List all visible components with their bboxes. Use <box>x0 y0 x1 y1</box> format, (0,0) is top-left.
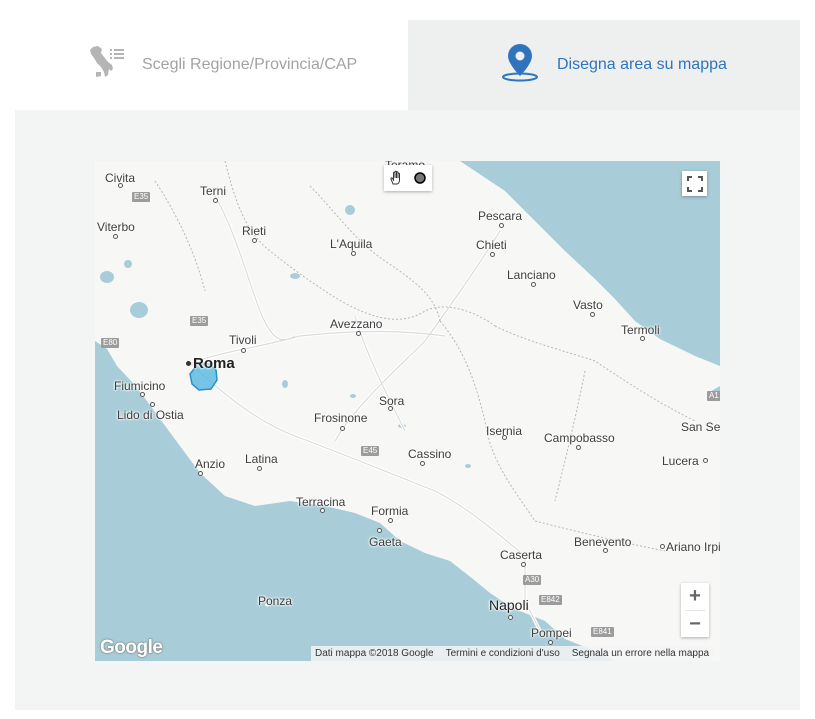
fullscreen-button[interactable] <box>682 171 707 196</box>
place-dot <box>576 445 581 450</box>
italy-list-icon <box>88 45 126 86</box>
place-label: Tivoli <box>229 333 257 347</box>
place-label: Termoli <box>621 323 660 337</box>
place-dot <box>388 518 393 523</box>
tab-draw-area-label: Disegna area su mappa <box>557 56 727 73</box>
zoom-control: + − <box>681 583 709 637</box>
place-label: Pescara <box>478 209 523 223</box>
place-label: Lanciano <box>507 268 556 282</box>
mode-tabs: Scegli Regione/Provincia/CAP Disegna are… <box>15 20 800 110</box>
map-canvas[interactable]: Civita Terni Viterbo Rieti L'Aquila Pesc… <box>95 161 720 661</box>
place-label: Ariano Irpi <box>666 540 720 554</box>
tab-draw-area[interactable]: Disegna area su mappa <box>408 20 800 110</box>
place-label: Vasto <box>573 298 603 312</box>
place-label: San Se <box>681 420 720 434</box>
place-label: Benevento <box>574 535 632 549</box>
zoom-in-button[interactable]: + <box>681 583 709 610</box>
place-dot <box>703 458 708 463</box>
place-label: Terni <box>200 184 227 198</box>
place-dot <box>521 562 526 567</box>
place-label: Lido di Ostia <box>117 408 184 422</box>
place-label-roma: Roma <box>193 355 235 372</box>
tab-choose-region-label: Scegli Regione/Provincia/CAP <box>142 56 358 73</box>
place-dot <box>388 406 393 411</box>
draw-polygon-button[interactable] <box>408 165 432 191</box>
pan-hand-button[interactable] <box>384 165 408 191</box>
place-dot <box>377 528 382 533</box>
place-dot <box>548 640 553 645</box>
place-dot <box>640 336 645 341</box>
roma-dot <box>186 361 191 366</box>
place-dot <box>499 223 504 228</box>
place-dot <box>241 348 246 353</box>
place-dot <box>140 392 145 397</box>
road-shield: E35 <box>132 192 151 202</box>
place-label-napoli: Napoli <box>489 597 529 613</box>
map-attribution: Dati mappa ©2018 Google Termini e condiz… <box>311 646 714 661</box>
drawing-toolbar <box>384 165 432 191</box>
road-shield: E80 <box>101 338 120 348</box>
place-label: Campobasso <box>544 431 615 445</box>
place-dot <box>113 234 118 239</box>
place-dot <box>118 183 123 188</box>
place-dot <box>502 435 507 440</box>
place-dot <box>508 615 513 620</box>
place-label: Terracina <box>296 495 346 509</box>
place-label: Anzio <box>195 457 226 471</box>
circle-draw-icon <box>414 172 426 184</box>
place-dot <box>150 402 155 407</box>
road-shield: E35 <box>190 316 209 326</box>
place-dot <box>660 544 665 549</box>
place-dot <box>213 198 218 203</box>
place-label: Ponza <box>258 594 293 608</box>
place-label: Cassino <box>408 447 452 461</box>
road-shield: E841 <box>591 627 614 637</box>
place-dot <box>420 461 425 466</box>
place-dot <box>340 426 345 431</box>
place-label: Formia <box>371 504 409 518</box>
map-pin-icon <box>501 43 539 87</box>
place-dot <box>356 331 361 336</box>
place-label: Frosinone <box>314 411 368 425</box>
place-label: L'Aquila <box>330 237 373 251</box>
road-shield: A1 <box>707 391 720 401</box>
place-dot <box>603 548 608 553</box>
place-label: Avezzano <box>330 317 383 331</box>
place-dot <box>590 312 595 317</box>
place-label: Gaeta <box>369 535 402 549</box>
zoom-out-button[interactable]: − <box>681 611 709 638</box>
fullscreen-icon <box>686 175 703 192</box>
road-shield: A30 <box>523 575 542 585</box>
report-error-link[interactable]: Segnala un errore nella mappa <box>572 648 709 659</box>
place-dot <box>320 508 325 513</box>
place-label: Lucera <box>662 454 699 468</box>
place-dot <box>252 238 257 243</box>
hand-icon <box>390 170 400 185</box>
map-base-layer <box>95 161 720 661</box>
place-dot <box>257 466 262 471</box>
terms-link[interactable]: Termini e condizioni d'uso <box>446 648 560 659</box>
place-dot <box>198 471 203 476</box>
place-dot <box>490 252 495 257</box>
place-label: Viterbo <box>97 220 135 234</box>
road-shield: E45 <box>361 446 380 456</box>
place-label: Fiumicino <box>114 379 166 393</box>
place-label: Rieti <box>242 224 267 238</box>
tab-choose-region[interactable]: Scegli Regione/Provincia/CAP <box>15 20 408 110</box>
map-data-credit: Dati mappa ©2018 Google <box>315 648 434 659</box>
place-label: Caserta <box>500 548 543 562</box>
road-shield: E842 <box>539 595 562 605</box>
place-dot <box>531 282 536 287</box>
place-label: Chieti <box>476 238 507 252</box>
place-label: Latina <box>245 452 278 466</box>
place-dot <box>351 251 356 256</box>
google-logo: Google <box>100 637 163 658</box>
place-label: Pompei <box>531 626 572 640</box>
